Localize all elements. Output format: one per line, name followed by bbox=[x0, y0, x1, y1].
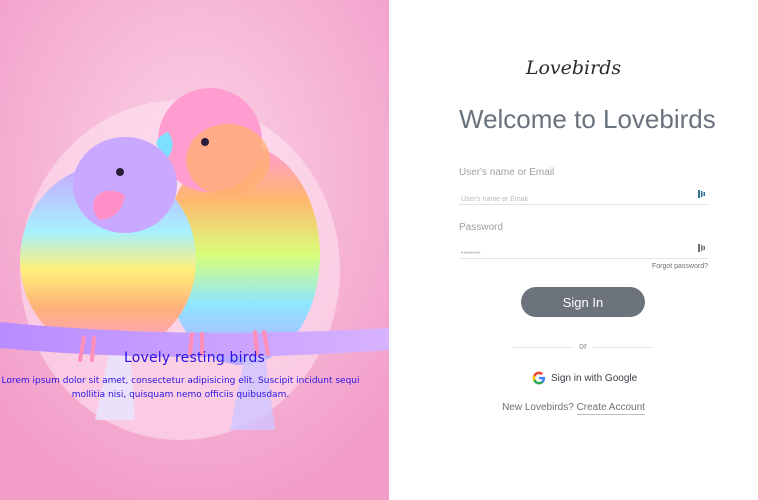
input-key-icon[interactable] bbox=[698, 243, 707, 253]
hero-caption: Lovely resting birds Lorem ipsum dolor s… bbox=[0, 350, 389, 402]
or-divider: or bbox=[513, 341, 653, 353]
left-bird-head bbox=[73, 137, 177, 233]
password-label: Password bbox=[459, 222, 503, 233]
google-sign-in-label: Sign in with Google bbox=[551, 372, 638, 384]
username-input[interactable] bbox=[459, 191, 686, 208]
create-account-link[interactable]: Create Account bbox=[576, 402, 645, 415]
divider-label: or bbox=[578, 341, 587, 351]
page-title: Welcome to Lovebirds bbox=[459, 104, 716, 134]
hero-title: Lovely resting birds bbox=[123, 350, 266, 366]
username-label: User's name or Email bbox=[459, 167, 555, 178]
brand-logo: Lovebirds bbox=[525, 57, 622, 79]
sign-in-button[interactable]: Sign In bbox=[521, 287, 645, 317]
forgot-password-link[interactable]: Forgot password? bbox=[652, 263, 708, 270]
password-field-wrapper bbox=[459, 240, 708, 262]
login-page: Lovely resting birds Lorem ipsum dolor s… bbox=[0, 0, 758, 500]
divider-line-right bbox=[593, 347, 653, 348]
login-panel: Lovebirds Welcome to Lovebirds User's na… bbox=[389, 0, 758, 500]
google-sign-in-button[interactable]: Sign in with Google bbox=[532, 370, 637, 386]
username-field-wrapper bbox=[459, 186, 708, 208]
google-g-icon bbox=[532, 371, 546, 385]
hero-description: Lorem ipsum dolor sit amet, consectetur … bbox=[1, 376, 360, 400]
create-account-row: New Lovebirds? Create Account bbox=[389, 402, 758, 415]
lovebirds-illustration bbox=[0, 0, 389, 500]
create-account-prompt: New Lovebirds? bbox=[502, 402, 574, 413]
password-input[interactable] bbox=[459, 245, 686, 262]
input-key-icon[interactable] bbox=[698, 189, 707, 199]
hero-panel: Lovely resting birds Lorem ipsum dolor s… bbox=[0, 0, 389, 500]
